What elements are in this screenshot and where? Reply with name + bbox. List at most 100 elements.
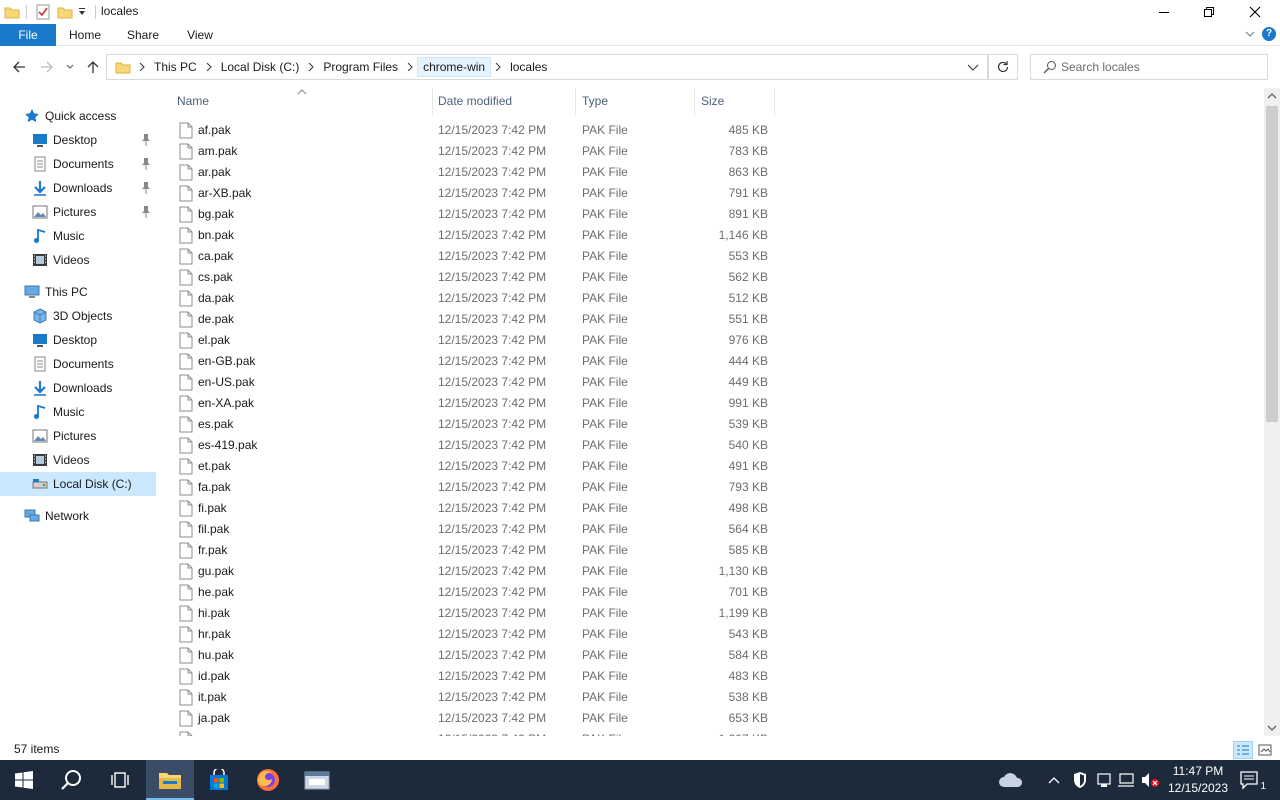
table-row[interactable]: cs.pak 12/15/2023 7:42 PM PAK File 562 KB <box>166 267 786 288</box>
volume-muted-icon[interactable] <box>1140 770 1160 790</box>
table-row[interactable]: ja.pak 12/15/2023 7:42 PM PAK File 653 KB <box>166 708 786 729</box>
search-box[interactable] <box>1030 54 1268 80</box>
pin-icon[interactable] <box>140 157 152 171</box>
taskbar-app-window[interactable] <box>293 760 341 800</box>
chevron-right-icon[interactable] <box>304 55 318 79</box>
table-row[interactable]: id.pak 12/15/2023 7:42 PM PAK File 483 KB <box>166 666 786 687</box>
defender-icon[interactable] <box>1070 770 1090 790</box>
table-row[interactable]: bn.pak 12/15/2023 7:42 PM PAK File 1,146 KB <box>166 225 786 246</box>
tab-home[interactable]: Home <box>62 24 108 46</box>
sidebar-item-quick-access[interactable]: Quick access <box>0 104 156 128</box>
sidebar-item-videos[interactable]: Videos <box>0 248 156 272</box>
breadcrumb-locales[interactable]: locales <box>505 57 552 77</box>
table-row[interactable]: de.pak 12/15/2023 7:42 PM PAK File 551 KB <box>166 309 786 330</box>
sidebar-item-documents[interactable]: Documents <box>0 152 156 176</box>
table-row[interactable]: it.pak 12/15/2023 7:42 PM PAK File 538 KB <box>166 687 786 708</box>
forward-button[interactable] <box>36 56 58 78</box>
large-icons-view-button[interactable] <box>1255 741 1275 759</box>
table-row[interactable]: he.pak 12/15/2023 7:42 PM PAK File 701 KB <box>166 582 786 603</box>
sidebar-item-music[interactable]: Music <box>0 400 156 424</box>
table-row[interactable]: 12/15/2023 7:42 PM PAK File 1,207 KB <box>166 729 786 736</box>
restore-button[interactable] <box>1186 0 1232 24</box>
pin-icon[interactable] <box>140 133 152 147</box>
table-row[interactable]: ar-XB.pak 12/15/2023 7:42 PM PAK File 791 K… <box>166 183 786 204</box>
minimize-button[interactable] <box>1141 0 1187 24</box>
scrollbar-thumb[interactable] <box>1266 106 1278 422</box>
breadcrumb-this-pc[interactable]: This PC <box>149 57 202 77</box>
chevron-right-icon[interactable] <box>491 55 505 79</box>
network-icon[interactable] <box>1116 770 1136 790</box>
chevron-right-icon[interactable] <box>403 55 417 79</box>
table-row[interactable]: es-419.pak 12/15/2023 7:42 PM PAK File 540 … <box>166 435 786 456</box>
sidebar-item-network[interactable]: Network <box>0 504 156 528</box>
pin-icon[interactable] <box>140 205 152 219</box>
taskbar-store[interactable] <box>195 760 243 800</box>
table-row[interactable]: hu.pak 12/15/2023 7:42 PM PAK File 584 KB <box>166 645 786 666</box>
column-header-size[interactable]: Size <box>695 88 774 115</box>
sidebar-item-music[interactable]: Music <box>0 224 156 248</box>
back-button[interactable] <box>8 56 30 78</box>
tab-file[interactable]: File <box>0 24 56 46</box>
sidebar-item-videos[interactable]: Videos <box>0 448 156 472</box>
chevron-up-icon[interactable] <box>1044 770 1064 790</box>
recent-locations-button[interactable] <box>61 56 79 78</box>
sidebar-item-downloads[interactable]: Downloads <box>0 376 156 400</box>
table-row[interactable]: en-XA.pak 12/15/2023 7:42 PM PAK File 991 K… <box>166 393 786 414</box>
taskbar-clock[interactable]: 11:47 PM 12/15/2023 <box>1160 763 1236 797</box>
table-row[interactable]: gu.pak 12/15/2023 7:42 PM PAK File 1,130 KB <box>166 561 786 582</box>
task-view-button[interactable] <box>96 760 144 800</box>
new-folder-icon[interactable] <box>57 4 73 20</box>
customize-dropdown-icon[interactable] <box>77 4 87 20</box>
scroll-down-icon[interactable] <box>1267 724 1277 732</box>
sidebar-item-desktop[interactable]: Desktop <box>0 328 156 352</box>
table-row[interactable]: en-US.pak 12/15/2023 7:42 PM PAK File 449 K… <box>166 372 786 393</box>
table-row[interactable]: bg.pak 12/15/2023 7:42 PM PAK File 891 KB <box>166 204 786 225</box>
table-row[interactable]: ca.pak 12/15/2023 7:42 PM PAK File 553 KB <box>166 246 786 267</box>
table-row[interactable]: hr.pak 12/15/2023 7:42 PM PAK File 543 KB <box>166 624 786 645</box>
sidebar-item-desktop[interactable]: Desktop <box>0 128 156 152</box>
breadcrumb-program-files[interactable]: Program Files <box>318 57 403 77</box>
table-row[interactable]: fil.pak 12/15/2023 7:42 PM PAK File 564 KB <box>166 519 786 540</box>
sidebar-item-local-disk-c[interactable]: Local Disk (C:) <box>0 472 156 496</box>
column-divider[interactable] <box>774 88 775 115</box>
table-row[interactable]: fr.pak 12/15/2023 7:42 PM PAK File 585 KB <box>166 540 786 561</box>
help-icon[interactable]: ? <box>1262 27 1276 41</box>
address-history-button[interactable] <box>959 55 987 79</box>
sidebar-item-3d-objects[interactable]: 3D Objects <box>0 304 156 328</box>
chevron-right-icon[interactable] <box>135 55 149 79</box>
taskbar-firefox[interactable] <box>244 760 292 800</box>
table-row[interactable]: es.pak 12/15/2023 7:42 PM PAK File 539 KB <box>166 414 786 435</box>
sidebar-item-pictures[interactable]: Pictures <box>0 424 156 448</box>
column-header-date-modified[interactable]: Date modified <box>432 88 575 115</box>
table-row[interactable]: hi.pak 12/15/2023 7:42 PM PAK File 1,199 KB <box>166 603 786 624</box>
table-row[interactable]: fa.pak 12/15/2023 7:42 PM PAK File 793 KB <box>166 477 786 498</box>
table-row[interactable]: el.pak 12/15/2023 7:42 PM PAK File 976 KB <box>166 330 786 351</box>
search-taskbar-button[interactable] <box>48 760 96 800</box>
expand-ribbon-icon[interactable] <box>1244 28 1256 40</box>
scroll-up-icon[interactable] <box>1267 92 1277 100</box>
pin-icon[interactable] <box>140 181 152 195</box>
table-row[interactable]: fi.pak 12/15/2023 7:42 PM PAK File 498 KB <box>166 498 786 519</box>
chevron-right-icon[interactable] <box>202 55 216 79</box>
table-row[interactable]: am.pak 12/15/2023 7:42 PM PAK File 783 KB <box>166 141 786 162</box>
properties-icon[interactable] <box>35 4 51 20</box>
refresh-button[interactable] <box>988 54 1018 80</box>
tab-share[interactable]: Share <box>120 24 166 46</box>
close-button[interactable] <box>1232 0 1278 24</box>
breadcrumb-chrome-win[interactable]: chrome-win <box>417 57 492 77</box>
tab-view[interactable]: View <box>178 24 222 46</box>
sidebar-item-this-pc[interactable]: This PC <box>0 280 156 304</box>
table-row[interactable]: af.pak 12/15/2023 7:42 PM PAK File 485 KB <box>166 120 786 141</box>
table-row[interactable]: et.pak 12/15/2023 7:42 PM PAK File 491 KB <box>166 456 786 477</box>
start-button[interactable] <box>0 760 48 800</box>
action-center-button[interactable]: 1 <box>1238 770 1266 792</box>
onedrive-icon[interactable] <box>998 770 1024 790</box>
sidebar-item-downloads[interactable]: Downloads <box>0 176 156 200</box>
table-row[interactable]: da.pak 12/15/2023 7:42 PM PAK File 512 KB <box>166 288 786 309</box>
sidebar-item-documents[interactable]: Documents <box>0 352 156 376</box>
sidebar-item-pictures[interactable]: Pictures <box>0 200 156 224</box>
table-row[interactable]: en-GB.pak 12/15/2023 7:42 PM PAK File 444 K… <box>166 351 786 372</box>
column-header-name[interactable]: Name <box>171 88 431 115</box>
table-row[interactable]: ar.pak 12/15/2023 7:42 PM PAK File 863 KB <box>166 162 786 183</box>
address-bar[interactable]: This PC Local Disk (C:) Program Files ch… <box>106 54 988 80</box>
